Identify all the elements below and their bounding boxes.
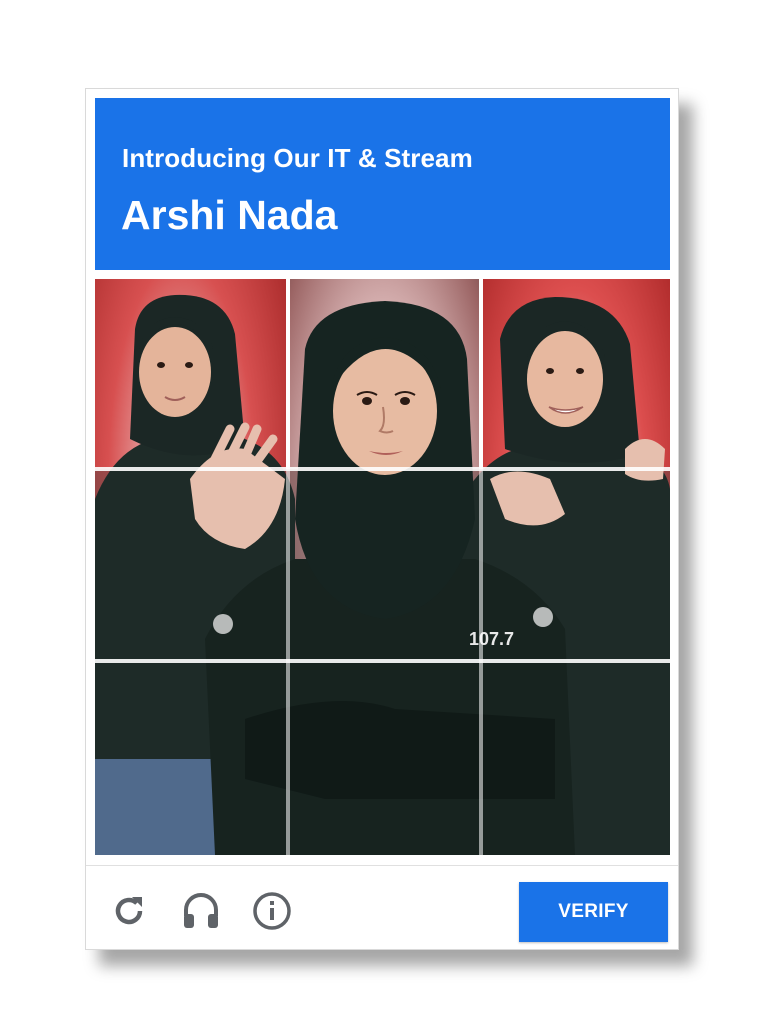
captcha-card: Introducing Our IT & Stream Arshi Nada 1… xyxy=(85,88,679,950)
header-subtitle: Introducing Our IT & Stream xyxy=(122,143,473,173)
reload-button[interactable] xyxy=(106,888,152,934)
shirt-badge-text: 107.7 xyxy=(469,629,514,649)
grid-image: 107.7 xyxy=(95,279,670,855)
headphones-icon xyxy=(184,893,218,928)
info-icon xyxy=(253,892,291,930)
captcha-footer: VERIFY xyxy=(86,865,678,949)
verify-button[interactable]: VERIFY xyxy=(519,882,668,942)
header-title: Arshi Nada xyxy=(121,192,338,238)
info-button[interactable] xyxy=(249,888,295,934)
image-grid: 107.7 xyxy=(95,279,670,855)
reload-icon xyxy=(115,897,143,925)
captcha-header: Introducing Our IT & Stream Arshi Nada xyxy=(95,98,670,270)
audio-button[interactable] xyxy=(178,888,224,934)
